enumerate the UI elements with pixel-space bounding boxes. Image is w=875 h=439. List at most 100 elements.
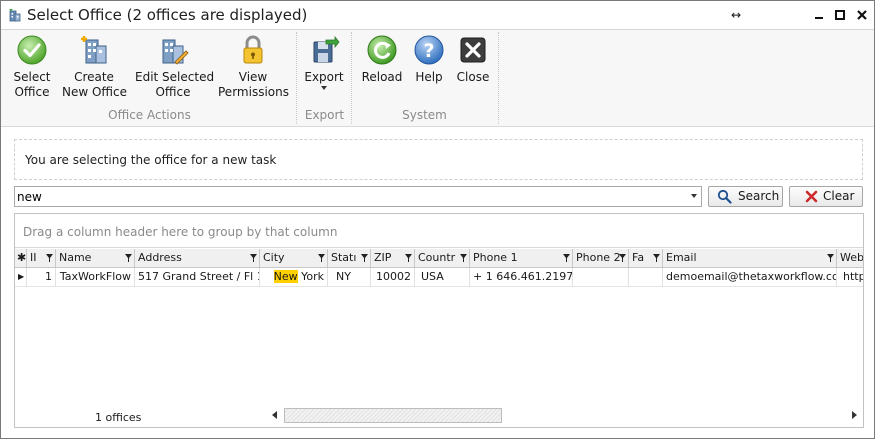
column-header-label: Address [138,251,182,264]
filter-icon[interactable] [827,254,834,262]
export-button[interactable]: Export [302,34,346,90]
column-header-id[interactable]: II [27,249,56,268]
column-header-name[interactable]: Name [56,249,135,268]
filter-icon[interactable] [250,254,257,262]
filter-icon[interactable] [460,254,467,262]
group-by-panel[interactable]: Drag a column header here to group by th… [15,214,863,248]
filter-icon[interactable] [125,254,132,262]
filter-icon[interactable] [46,254,53,262]
export-icon [313,35,340,63]
search-icon [717,189,732,204]
cell-email[interactable]: demoemail@thetaxworkflow.com [663,268,837,287]
column-header-country[interactable]: Countr [415,249,470,268]
column-header-state[interactable]: Statı [328,249,371,268]
clear-button[interactable]: Clear [789,186,863,207]
column-header-label: Statı [331,251,357,264]
filter-icon[interactable] [405,254,412,262]
edit-office-label-2: Office [155,85,191,99]
help-button[interactable]: ? Help [411,34,447,85]
cell-address[interactable]: 517 Grand Street / Fl 1 [135,268,260,287]
create-office-label-2: New Office [62,85,128,99]
group-label-system: System [402,108,447,122]
cell-city-rest: York [297,270,324,283]
select-office-window: Select Office (2 offices are displayed) … [0,0,875,439]
checkmark-icon [17,35,47,65]
filter-icon[interactable] [318,254,325,262]
help-label: Help [415,70,443,84]
column-header-label: Fa [632,251,645,264]
column-header-city[interactable]: City [260,249,328,268]
horizontal-scrollbar[interactable] [270,407,862,424]
filter-icon[interactable] [361,254,368,262]
cell-phone2[interactable] [573,268,629,287]
lock-icon [243,35,263,64]
group-by-hint: Drag a column header here to group by th… [23,225,338,239]
filter-icon[interactable] [653,254,660,262]
select-office-label-1: Select [13,70,51,84]
view-permissions-button[interactable]: View Permissions [218,34,289,100]
group-separator [296,32,297,124]
select-office-button[interactable]: Select Office [8,34,56,100]
cell-zip[interactable]: 10002 [371,268,415,287]
view-permissions-label-2: Permissions [218,85,289,99]
column-header-label: City [263,251,285,264]
create-new-office-button[interactable]: Create New Office [62,34,128,100]
column-header-label: II [30,251,37,264]
maximize-icon[interactable] [832,7,848,23]
filter-icon[interactable] [619,254,626,262]
building-edit-icon [162,39,189,65]
info-panel: You are selecting the office for a new t… [14,139,863,180]
close-label: Close [456,70,490,84]
column-header-label: Countr [418,251,456,264]
cell-city[interactable]: New York [260,268,328,287]
scroll-left-icon[interactable] [272,411,277,419]
group-label-office-actions: Office Actions [108,108,191,122]
grid-header-row: ✱ II Name Address City Statı ZIP Countr … [15,249,863,268]
cell-fax[interactable] [629,268,663,287]
chevron-down-icon[interactable] [691,194,697,198]
clear-x-icon [805,190,818,203]
building-add-icon [81,36,107,64]
export-dropdown-arrow-icon[interactable] [321,86,327,90]
view-permissions-label-1: View [238,70,268,84]
cell-name[interactable]: TaxWorkFlow [56,268,135,287]
column-header-fax[interactable]: Fa [629,249,663,268]
column-header-zip[interactable]: ZIP [371,249,415,268]
column-header-phone1[interactable]: Phone 1 [470,249,573,268]
cell-id[interactable]: 1 [27,268,56,287]
reload-label: Reload [361,70,403,84]
table-row[interactable]: ▶ 1 TaxWorkFlow 517 Grand Street / Fl 1 … [15,268,863,287]
reload-button[interactable]: Reload [361,34,403,85]
title-bar: Select Office (2 offices are displayed) … [1,1,874,30]
cell-country[interactable]: USA [415,268,470,287]
close-button[interactable]: Close [454,34,492,85]
column-header-email[interactable]: Email [663,249,837,268]
search-button[interactable]: Search [708,186,783,207]
export-label: Export [304,70,344,84]
scrollbar-thumb[interactable] [284,408,502,423]
edit-selected-office-button[interactable]: Edit Selected Office [135,34,214,100]
group-separator [498,32,499,124]
offices-grid: Drag a column header here to group by th… [14,213,864,428]
info-message: You are selecting the office for a new t… [25,153,277,167]
row-indicator-header[interactable]: ✱ [15,249,27,268]
create-office-label-1: Create [74,70,114,84]
row-selected-indicator-icon: ▶ [15,268,27,287]
column-header-label: Phone 2 [576,251,621,264]
cell-state[interactable]: NY [328,268,371,287]
filter-icon[interactable] [563,254,570,262]
minimize-icon[interactable] [811,7,827,23]
resize-icon[interactable]: ↔ [728,7,744,23]
column-header-address[interactable]: Address [135,249,260,268]
search-input[interactable] [15,187,675,206]
search-button-label: Search [738,189,780,203]
column-header-phone2[interactable]: Phone 2 [573,249,629,268]
ribbon: Select Office Create New Office Edit Sel… [1,30,874,127]
column-header-web[interactable]: Web [837,249,863,268]
search-combobox[interactable] [14,186,702,207]
column-header-label: Name [59,251,92,264]
scroll-right-icon[interactable] [852,411,857,419]
cell-phone1[interactable]: + 1 646.461.2197 [470,268,573,287]
close-window-icon[interactable] [854,7,870,23]
cell-web[interactable]: http [837,268,863,287]
